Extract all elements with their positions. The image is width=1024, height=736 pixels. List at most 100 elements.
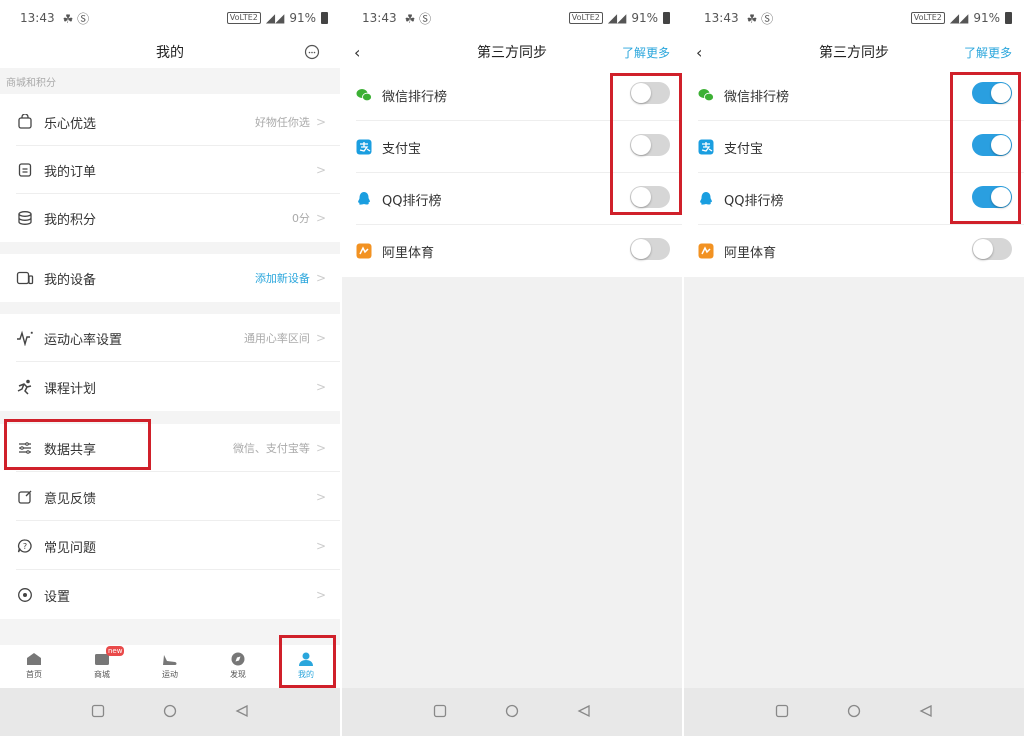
section-label: 商城和积分	[0, 68, 340, 94]
page-title: 我的	[156, 45, 184, 61]
sync-toggle[interactable]	[972, 238, 1012, 260]
battery-icon	[663, 12, 670, 24]
sync-item-ali-sports: 阿里体育	[684, 225, 1024, 277]
menu-item-hint: 微信、支付宝等	[232, 442, 310, 455]
menu-item-my-devices[interactable]: 我的设备 添加新设备 >	[0, 254, 340, 302]
back-button-icon[interactable]	[919, 703, 933, 722]
store-icon	[16, 113, 34, 131]
qq-icon	[356, 191, 372, 207]
notification-icon: ☘ Ⓢ	[746, 11, 774, 26]
wechat-icon	[698, 87, 714, 103]
highlight-box	[610, 73, 682, 215]
tab-discover[interactable]: 发现	[213, 652, 263, 680]
sync-item-label: 支付宝	[382, 141, 422, 157]
menu-item-faq[interactable]: ? 常见问题 >	[0, 522, 340, 570]
learn-more-link[interactable]: 了解更多	[964, 44, 1012, 61]
highlight-box	[950, 72, 1021, 224]
ali-sports-icon	[698, 243, 714, 259]
page-header: 我的	[0, 36, 340, 68]
menu-item-label: 意见反馈	[44, 491, 97, 507]
signal-icon: ◢◢	[265, 11, 285, 25]
status-bar: 13:43 ☘ Ⓢ VoLTE2 ◢◢ 91%	[342, 0, 682, 36]
recent-apps-icon[interactable]	[433, 703, 447, 722]
tab-label: 运动	[162, 670, 178, 679]
chevron-right-icon: >	[315, 490, 326, 504]
signal-icon: ◢◢	[607, 11, 627, 25]
sync-item-label: QQ排行榜	[382, 193, 442, 209]
status-time: 13:43	[362, 11, 397, 25]
sync-toggle[interactable]	[630, 238, 670, 260]
home-button-icon[interactable]	[847, 703, 861, 722]
notification-icon: ☘ Ⓢ	[62, 11, 90, 26]
highlight-box	[279, 635, 336, 688]
menu-item-feedback[interactable]: 意见反馈 >	[0, 473, 340, 521]
back-button-icon[interactable]	[235, 703, 249, 722]
toggle-knob	[631, 239, 651, 259]
learn-more-link[interactable]: 了解更多	[622, 44, 670, 61]
menu-item-my-orders[interactable]: 我的订单 >	[0, 146, 340, 194]
menu-item-lexin-select[interactable]: 乐心优选 好物任你选 >	[0, 98, 340, 146]
alipay-icon	[698, 139, 714, 155]
tab-label: 首页	[26, 670, 42, 679]
back-button-icon[interactable]	[577, 703, 591, 722]
tab-home[interactable]: 首页	[9, 652, 59, 680]
profile-screen: 13:43 ☘ Ⓢ VoLTE2 ◢◢ 91% 我的 商城和积分 乐心优选 好物…	[0, 0, 340, 736]
order-icon	[16, 161, 34, 179]
status-bar: 13:43 ☘ Ⓢ VoLTE2 ◢◢ 91%	[684, 0, 1024, 36]
sync-item-ali-sports: 阿里体育	[342, 225, 682, 277]
menu-item-label: 设置	[44, 589, 71, 605]
tab-mall[interactable]: new 商城	[77, 646, 127, 680]
running-icon	[16, 378, 34, 396]
recent-apps-icon[interactable]	[91, 703, 105, 722]
page-header: ‹ 第三方同步 了解更多	[342, 36, 682, 68]
device-icon	[16, 269, 34, 287]
battery-percent: 91%	[973, 11, 1000, 25]
tab-sport[interactable]: 运动	[145, 652, 195, 680]
back-arrow-icon[interactable]: ‹	[696, 43, 702, 62]
chevron-right-icon: >	[315, 588, 326, 602]
volte-icon: VoLTE2	[568, 12, 603, 24]
sync-item-label: 支付宝	[724, 141, 764, 157]
menu-item-label: 运动心率设置	[44, 332, 123, 348]
menu-item-my-points[interactable]: 我的积分 0分 >	[0, 194, 340, 242]
chevron-right-icon: >	[315, 163, 326, 177]
home-button-icon[interactable]	[163, 703, 177, 722]
back-arrow-icon[interactable]: ‹	[354, 43, 360, 62]
status-time: 13:43	[704, 11, 739, 25]
menu-item-label: 我的设备	[44, 272, 97, 288]
menu-item-course-plan[interactable]: 课程计划 >	[0, 363, 340, 411]
alipay-icon	[356, 139, 372, 155]
sync-item-label: 阿里体育	[724, 245, 777, 261]
recent-apps-icon[interactable]	[775, 703, 789, 722]
add-device-link[interactable]: 添加新设备	[255, 270, 310, 286]
chevron-right-icon: >	[315, 211, 326, 225]
wechat-icon	[356, 87, 372, 103]
empty-area	[684, 277, 1024, 688]
tab-label: 发现	[230, 670, 246, 679]
tab-label: 商城	[94, 670, 110, 679]
new-badge: new	[106, 646, 125, 656]
menu-item-label: 乐心优选	[44, 116, 97, 132]
home-button-icon[interactable]	[505, 703, 519, 722]
sync-item-label: QQ排行榜	[724, 193, 784, 209]
menu-item-label: 常见问题	[44, 540, 97, 556]
sync-item-label: 微信排行榜	[382, 89, 448, 105]
message-icon[interactable]	[304, 44, 320, 64]
menu-item-settings[interactable]: 设置 >	[0, 571, 340, 619]
chevron-right-icon: >	[315, 271, 326, 285]
section-divider	[0, 302, 340, 314]
third-party-sync-screen-on: 13:43 ☘ Ⓢ VoLTE2 ◢◢ 91% ‹ 第三方同步 了解更多 微信排…	[684, 0, 1024, 736]
status-bar: 13:43 ☘ Ⓢ VoLTE2 ◢◢ 91%	[0, 0, 340, 36]
system-nav-bar	[684, 688, 1024, 736]
menu-item-label: 课程计划	[44, 381, 97, 397]
feedback-icon	[16, 488, 34, 506]
menu-item-label: 我的订单	[44, 164, 97, 180]
shoe-icon	[163, 655, 177, 665]
page-title: 第三方同步	[477, 45, 547, 61]
points-icon	[16, 209, 34, 227]
sync-item-label: 阿里体育	[382, 245, 435, 261]
faq-icon: ?	[16, 537, 34, 555]
battery-percent: 91%	[289, 11, 316, 25]
menu-item-heart-rate[interactable]: 运动心率设置 通用心率区间 >	[0, 314, 340, 362]
battery-icon	[1005, 12, 1012, 24]
